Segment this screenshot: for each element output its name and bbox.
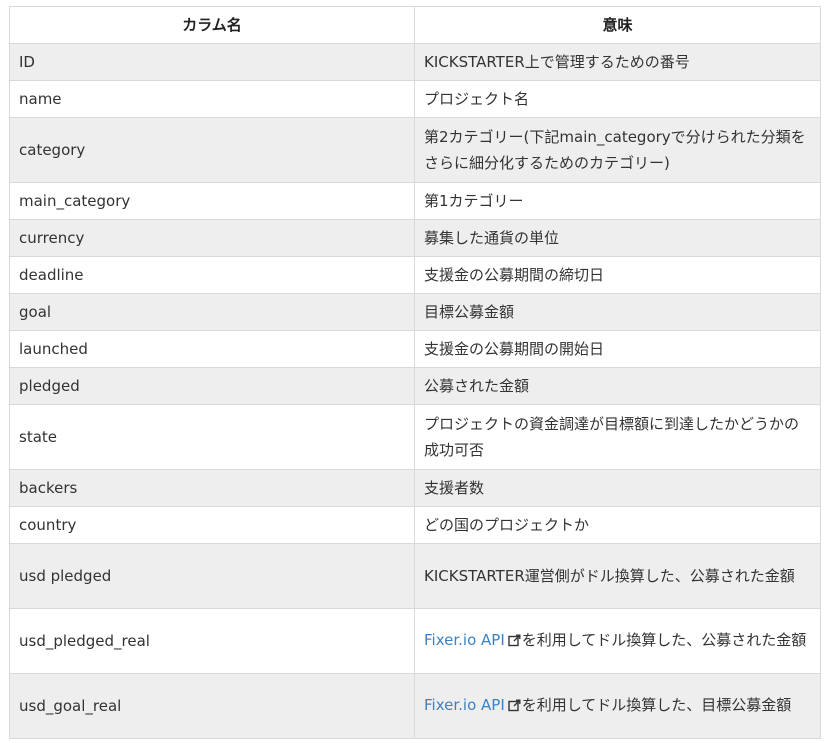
cell-column-name: goal <box>9 293 415 331</box>
cell-meaning: プロジェクト名 <box>414 80 821 118</box>
cell-meaning: 第1カテゴリー <box>414 182 821 220</box>
table-row: deadline 支援金の公募期間の締切日 <box>9 256 821 294</box>
cell-meaning: プロジェクトの資金調達が目標額に到達したかどうかの成功可否 <box>414 404 821 470</box>
cell-meaning: 支援金の公募期間の締切日 <box>414 256 821 294</box>
cell-meaning: 目標公募金額 <box>414 293 821 331</box>
cell-column-name: backers <box>9 469 415 507</box>
cell-column-name: usd pledged <box>9 543 415 609</box>
table-row: category 第2カテゴリー(下記main_categoryで分けられた分類… <box>9 117 821 183</box>
table-row: ID KICKSTARTER上で管理するための番号 <box>9 43 821 81</box>
table-row: usd_goal_real Fixer.io API を利用してドル換算した、目標… <box>9 673 821 739</box>
cell-column-name: name <box>9 80 415 118</box>
table-row: pledged 公募された金額 <box>9 367 821 405</box>
columns-table: カラム名 意味 ID KICKSTARTER上で管理するための番号 name プ… <box>9 6 821 739</box>
table-row: country どの国のプロジェクトか <box>9 506 821 544</box>
external-link-icon[interactable] <box>508 694 521 720</box>
column-header-meaning: 意味 <box>414 6 821 44</box>
cell-meaning: どの国のプロジェクトか <box>414 506 821 544</box>
cell-meaning: 公募された金額 <box>414 367 821 405</box>
column-header-name: カラム名 <box>9 6 415 44</box>
cell-column-name: ID <box>9 43 415 81</box>
fixer-io-api-link[interactable]: Fixer.io API <box>424 631 505 649</box>
table-row: usd pledged KICKSTARTER運営側がドル換算した、公募された金… <box>9 543 821 609</box>
external-link-icon[interactable] <box>508 629 521 655</box>
table-row: state プロジェクトの資金調達が目標額に到達したかどうかの成功可否 <box>9 404 821 470</box>
cell-column-name: launched <box>9 330 415 368</box>
cell-meaning-text: を利用してドル換算した、目標公募金額 <box>521 696 792 714</box>
table-header-row: カラム名 意味 <box>9 6 821 44</box>
cell-column-name: deadline <box>9 256 415 294</box>
cell-meaning: 支援者数 <box>414 469 821 507</box>
cell-meaning: 募集した通貨の単位 <box>414 219 821 257</box>
table-row: backers 支援者数 <box>9 469 821 507</box>
cell-column-name: usd_pledged_real <box>9 608 415 674</box>
columns-table-container: カラム名 意味 ID KICKSTARTER上で管理するための番号 name プ… <box>9 6 821 739</box>
table-row: usd_pledged_real Fixer.io API を利用してドル換算した… <box>9 608 821 674</box>
cell-column-name: currency <box>9 219 415 257</box>
table-row: name プロジェクト名 <box>9 80 821 118</box>
cell-column-name: main_category <box>9 182 415 220</box>
cell-column-name: category <box>9 117 415 183</box>
cell-meaning: KICKSTARTER運営側がドル換算した、公募された金額 <box>414 543 821 609</box>
cell-meaning: Fixer.io API を利用してドル換算した、公募された金額 <box>414 608 821 674</box>
table-row: goal 目標公募金額 <box>9 293 821 331</box>
table-row: main_category 第1カテゴリー <box>9 182 821 220</box>
cell-column-name: pledged <box>9 367 415 405</box>
cell-meaning: Fixer.io API を利用してドル換算した、目標公募金額 <box>414 673 821 739</box>
cell-meaning: 支援金の公募期間の開始日 <box>414 330 821 368</box>
cell-column-name: usd_goal_real <box>9 673 415 739</box>
cell-column-name: state <box>9 404 415 470</box>
table-row: launched 支援金の公募期間の開始日 <box>9 330 821 368</box>
fixer-io-api-link[interactable]: Fixer.io API <box>424 696 505 714</box>
cell-meaning-text: を利用してドル換算した、公募された金額 <box>521 631 807 649</box>
cell-column-name: country <box>9 506 415 544</box>
cell-meaning: KICKSTARTER上で管理するための番号 <box>414 43 821 81</box>
table-row: currency 募集した通貨の単位 <box>9 219 821 257</box>
cell-meaning: 第2カテゴリー(下記main_categoryで分けられた分類をさらに細分化する… <box>414 117 821 183</box>
